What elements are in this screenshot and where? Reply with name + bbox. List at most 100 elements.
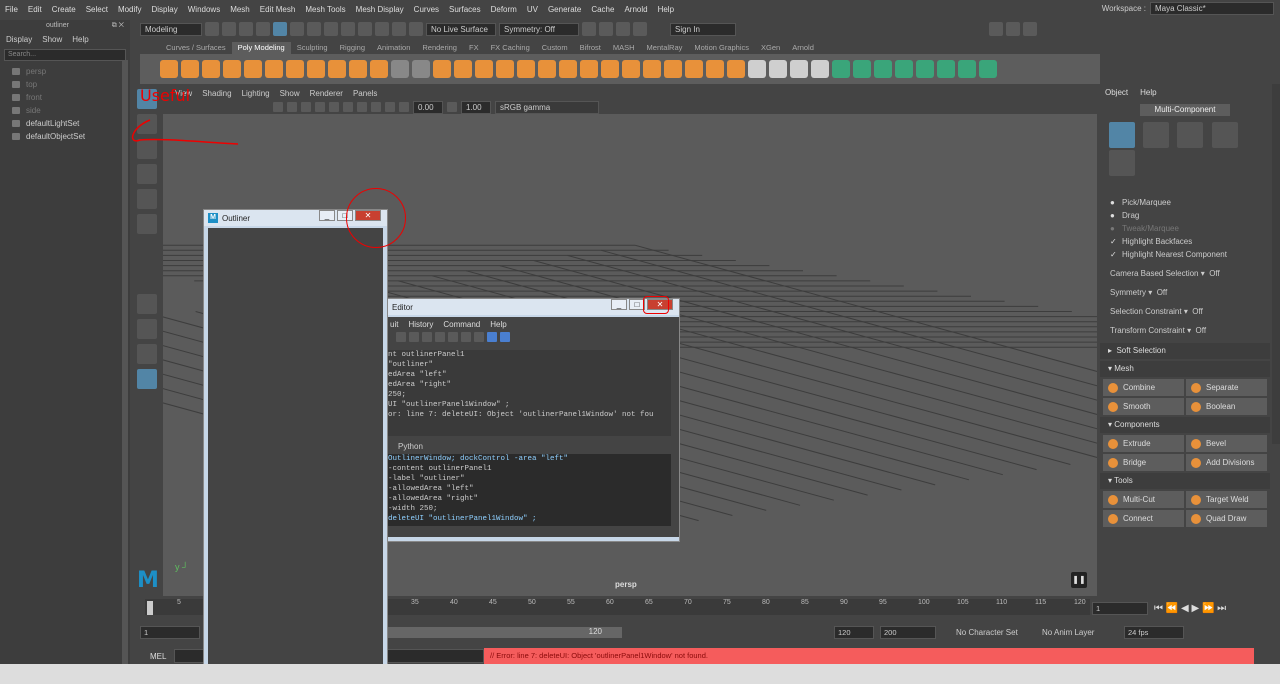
rotate-tool-icon[interactable] bbox=[137, 189, 157, 209]
current-frame-marker[interactable] bbox=[147, 601, 153, 615]
textured-icon[interactable] bbox=[315, 102, 325, 112]
edge-mode-icon[interactable] bbox=[1177, 122, 1204, 148]
menu-select[interactable]: Select bbox=[81, 5, 113, 14]
anim-layer-dropdown[interactable]: No Anim Layer bbox=[1042, 628, 1118, 637]
se-menu-item[interactable]: uit bbox=[390, 320, 398, 329]
combine-button[interactable]: Combine bbox=[1103, 379, 1184, 396]
render-icon[interactable] bbox=[582, 22, 596, 36]
shelf-tab-6[interactable]: FX bbox=[463, 42, 485, 54]
radio-icon[interactable]: ● bbox=[1110, 222, 1115, 235]
save-icon[interactable] bbox=[222, 22, 236, 36]
se-menu-item[interactable]: Command bbox=[443, 320, 480, 329]
script-input[interactable]: OutlinerWindow; dockControl -area "left"… bbox=[388, 454, 671, 526]
render-settings-icon[interactable] bbox=[616, 22, 630, 36]
multi-cut-button[interactable]: Multi-Cut bbox=[1103, 491, 1184, 508]
start-frame-field[interactable]: 1 bbox=[140, 625, 200, 639]
gamma-icon[interactable] bbox=[447, 102, 457, 112]
workspace-selector[interactable]: Workspace : Maya Classic* bbox=[1102, 2, 1274, 15]
shelf-tab-3[interactable]: Rigging bbox=[334, 42, 371, 54]
selection-option[interactable]: ● Tweak/Marquee bbox=[1100, 222, 1270, 235]
char-set-dropdown[interactable]: No Character Set bbox=[956, 628, 1036, 637]
outliner-item[interactable]: top bbox=[0, 78, 130, 91]
multi-component-button[interactable]: Multi-Component bbox=[1140, 104, 1230, 116]
snap-view-icon[interactable] bbox=[375, 22, 389, 36]
cone-icon[interactable] bbox=[223, 60, 241, 78]
redo-icon[interactable] bbox=[256, 22, 270, 36]
symmetry-row[interactable]: Symmetry ▾ Off bbox=[1100, 286, 1270, 299]
camera-icon[interactable] bbox=[273, 102, 283, 112]
menu-file[interactable]: File bbox=[0, 5, 23, 14]
toolkit-menu-help[interactable]: Help bbox=[1140, 88, 1156, 97]
menu-windows[interactable]: Windows bbox=[183, 5, 225, 14]
scale-tool-icon[interactable] bbox=[137, 214, 157, 234]
torus-icon[interactable] bbox=[244, 60, 262, 78]
delete-history-icon[interactable] bbox=[979, 60, 997, 78]
menu-display[interactable]: Display bbox=[147, 5, 183, 14]
menu-uv[interactable]: UV bbox=[522, 5, 543, 14]
superellipse-icon[interactable] bbox=[328, 60, 346, 78]
viewport-menu-renderer[interactable]: Renderer bbox=[310, 89, 343, 98]
disc-icon[interactable] bbox=[286, 60, 304, 78]
shelf-tab-10[interactable]: MASH bbox=[607, 42, 641, 54]
snap-curve-icon[interactable] bbox=[341, 22, 355, 36]
bevel-button[interactable]: Bevel bbox=[1186, 435, 1267, 452]
reverse-icon[interactable] bbox=[895, 60, 913, 78]
menu-surfaces[interactable]: Surfaces bbox=[444, 5, 486, 14]
cube-icon[interactable] bbox=[181, 60, 199, 78]
echo-icon[interactable] bbox=[461, 332, 471, 342]
uv-mode-icon[interactable] bbox=[1109, 150, 1135, 176]
move-tool-icon[interactable] bbox=[137, 164, 157, 184]
edge-loop-icon[interactable] bbox=[811, 60, 829, 78]
show-numbers-icon[interactable] bbox=[474, 332, 484, 342]
menu-help[interactable]: Help bbox=[653, 5, 679, 14]
single-view-icon[interactable] bbox=[137, 294, 157, 314]
clear-history-icon[interactable] bbox=[422, 332, 432, 342]
selection-option[interactable]: ✓ Highlight Nearest Component bbox=[1100, 248, 1270, 261]
ao-icon[interactable] bbox=[357, 102, 367, 112]
uv-icon[interactable] bbox=[391, 60, 409, 78]
platonic-icon[interactable] bbox=[307, 60, 325, 78]
exposure-field[interactable]: 0.00 bbox=[413, 100, 443, 114]
shelf-tab-7[interactable]: FX Caching bbox=[485, 42, 536, 54]
cylinder-icon[interactable] bbox=[202, 60, 220, 78]
viewport-menu-panels[interactable]: Panels bbox=[353, 89, 377, 98]
shelf-tab-1[interactable]: Poly Modeling bbox=[231, 42, 291, 54]
exposure-icon[interactable] bbox=[399, 102, 409, 112]
shadows-icon[interactable] bbox=[343, 102, 353, 112]
menu-mesh[interactable]: Mesh bbox=[225, 5, 255, 14]
sphere-icon[interactable] bbox=[160, 60, 178, 78]
shelf-tab-9[interactable]: Bifrost bbox=[574, 42, 607, 54]
toggle-panel-icon[interactable] bbox=[989, 22, 1003, 36]
conform-icon[interactable] bbox=[916, 60, 934, 78]
separate-icon[interactable] bbox=[454, 60, 472, 78]
end-frame-field[interactable]: 120 bbox=[834, 625, 874, 639]
execute-all-icon[interactable] bbox=[487, 332, 497, 342]
target-weld-button[interactable]: Target Weld bbox=[1186, 491, 1267, 508]
viewport-menu-shading[interactable]: Shading bbox=[202, 89, 231, 98]
side-tabs[interactable] bbox=[1272, 84, 1280, 444]
object-mode-icon[interactable] bbox=[1109, 122, 1135, 148]
menu-create[interactable]: Create bbox=[47, 5, 81, 14]
lights-icon[interactable] bbox=[329, 102, 339, 112]
script-history[interactable]: nt outlinerPanel1 "outliner" edArea "left"… bbox=[388, 350, 671, 436]
combine-icon[interactable] bbox=[433, 60, 451, 78]
outliner-item[interactable]: front bbox=[0, 91, 130, 104]
smooth-shade-icon[interactable] bbox=[301, 102, 311, 112]
uv-layout-icon[interactable] bbox=[412, 60, 430, 78]
connect-button[interactable]: Connect bbox=[1103, 510, 1184, 527]
ipr-icon[interactable] bbox=[599, 22, 613, 36]
poke-icon[interactable] bbox=[706, 60, 724, 78]
mesh-hard-icon[interactable] bbox=[853, 60, 871, 78]
section-mesh[interactable]: ▾ Mesh bbox=[1100, 361, 1270, 377]
make-live-icon[interactable] bbox=[409, 22, 423, 36]
wedge-icon[interactable] bbox=[685, 60, 703, 78]
menu-curves[interactable]: Curves bbox=[409, 5, 444, 14]
outliner-item[interactable]: defaultLightSet bbox=[0, 117, 130, 130]
shelf-tab-13[interactable]: XGen bbox=[755, 42, 786, 54]
smooth-button[interactable]: Smooth bbox=[1103, 398, 1184, 415]
symmetry-dropdown[interactable]: Symmetry: Off bbox=[499, 22, 579, 36]
bridge-icon[interactable] bbox=[580, 60, 598, 78]
workspace-dropdown[interactable]: Maya Classic* bbox=[1150, 2, 1274, 15]
menu-edit[interactable]: Edit bbox=[23, 5, 47, 14]
average-icon[interactable] bbox=[538, 60, 556, 78]
